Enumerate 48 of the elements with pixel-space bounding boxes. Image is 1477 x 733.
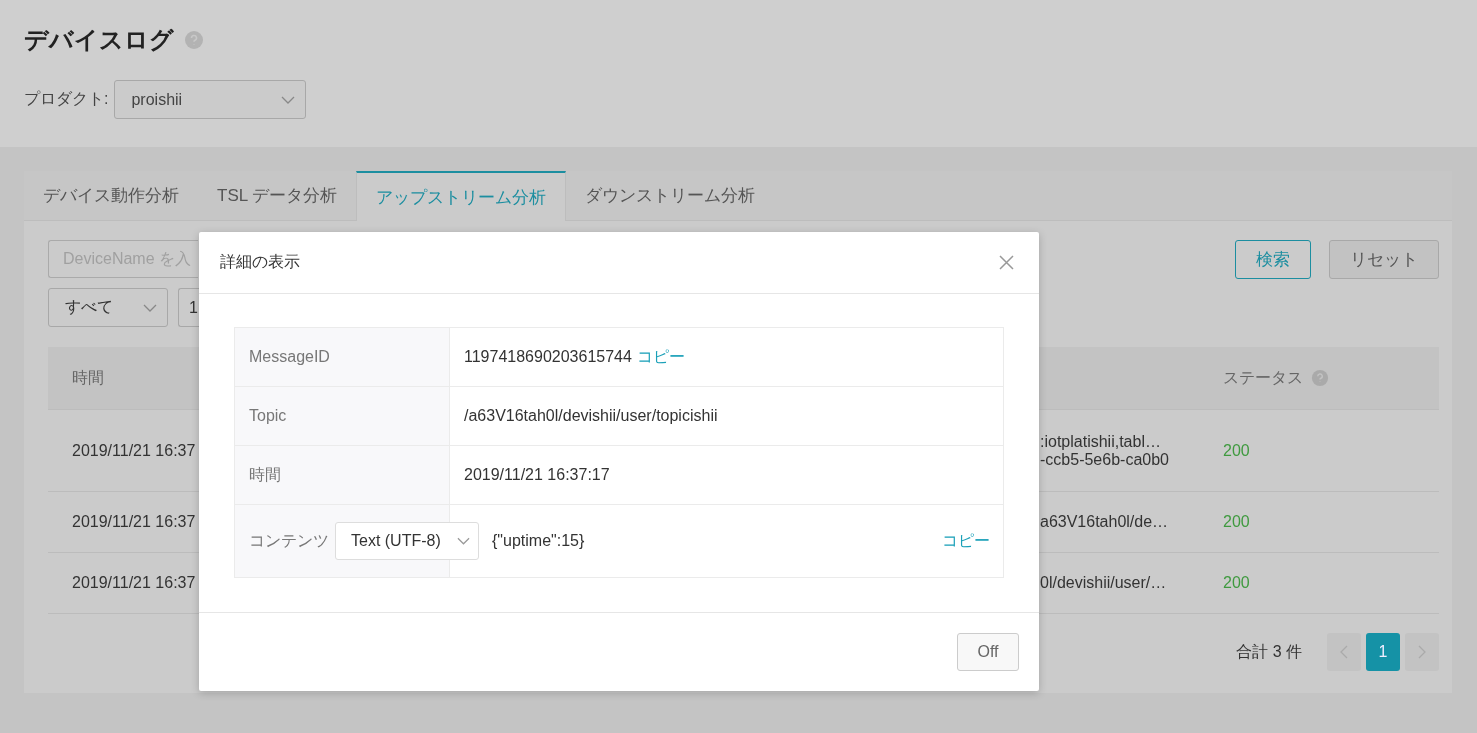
copy-link[interactable]: コピー [942,530,990,552]
status-select[interactable]: すべて [48,288,168,327]
status-code: 200 [1223,574,1250,592]
table-cell: 2019/11/21 16:37 [72,441,196,459]
chevron-down-icon [457,537,470,545]
help-icon[interactable] [1311,369,1329,387]
field-label: Topic [249,407,287,425]
tab[interactable]: デバイス動作分析 [24,171,198,221]
page-title: デバイスログ [24,25,174,55]
copy-link[interactable]: コピー [636,346,685,368]
field-value: /a63V16tah0l/devishii/user/topicishii [464,407,718,425]
chevron-right-icon [1418,645,1426,659]
dialog-title: 詳細の表示 [220,252,300,272]
column-header: ステータス [1223,367,1303,388]
field-value: {"uptime":15} [492,532,585,550]
tab[interactable]: TSL データ分析 [198,171,357,221]
product-label: プロダクト: [24,89,109,109]
table-cell: 2019/11/21 16:37 [72,574,196,591]
column-header: 時間 [72,368,104,386]
search-button[interactable]: 検索 [1235,239,1311,279]
table-cell-text: 0l/devishii/user/… [1040,574,1168,592]
close-button[interactable]: Off [957,633,1019,671]
field-label: 時間 [249,464,281,485]
status-code: 200 [1223,441,1250,460]
chevron-down-icon [143,303,157,312]
next-page-button[interactable] [1405,633,1439,671]
close-icon[interactable] [999,255,1014,270]
chevron-left-icon [1340,645,1348,659]
reset-button[interactable]: リセット [1329,239,1439,279]
previous-page-button[interactable] [1327,633,1361,671]
time-select[interactable]: 1 [178,288,200,327]
total-count: 合計 3 件 [1236,641,1302,662]
table-cell-text: a63V16tah0l/de… [1040,513,1170,531]
table-cell-text: -ccb5-5e6b-ca0b0 [1040,450,1170,469]
product-select[interactable]: proishii [114,80,307,119]
table-cell: 2019/11/21 16:37 [72,513,196,530]
field-value: 1197418690203615744 [464,348,632,366]
tab[interactable]: ダウンストリーム分析 [566,171,775,221]
field-value: 2019/11/21 16:37:17 [464,466,610,484]
chevron-down-icon [281,95,296,104]
help-icon[interactable] [184,30,204,50]
field-label: コンテンツ [249,530,329,551]
status-code: 200 [1223,513,1250,531]
table-cell-text: :iotplatishii,tabl… [1040,432,1162,451]
field-label: MessageID [249,348,330,366]
format-select[interactable]: Text (UTF-8) [335,522,479,560]
tab[interactable]: アップストリーム分析 [356,171,567,221]
page-button[interactable]: 1 [1366,633,1400,671]
